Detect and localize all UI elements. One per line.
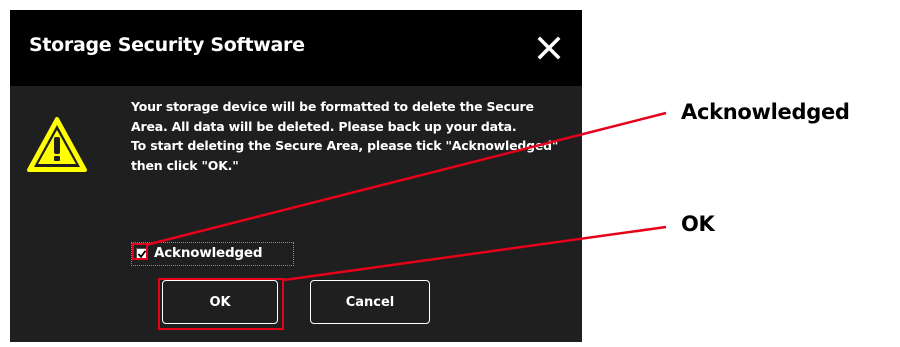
warning-message: Your storage device will be formatted to… — [131, 97, 571, 175]
close-button[interactable] — [529, 28, 569, 68]
message-line: Your storage device will be formatted to… — [131, 99, 534, 134]
callout-label-acknowledged: Acknowledged — [681, 100, 850, 124]
cancel-button[interactable]: Cancel — [310, 280, 430, 324]
storage-security-dialog: Storage Security Software Your storage d… — [10, 10, 582, 342]
warning-icon — [25, 115, 89, 175]
dialog-titlebar: Storage Security Software — [10, 10, 582, 86]
callout-label-ok: OK — [681, 212, 715, 236]
checkbox-label: Acknowledged — [154, 245, 263, 261]
checkbox-highlight-box — [132, 243, 148, 260]
message-line: To start deleting the Secure Area, pleas… — [131, 138, 559, 173]
acknowledged-checkbox[interactable]: Acknowledged — [131, 242, 294, 266]
ok-highlight-box — [158, 278, 284, 330]
dialog-title: Storage Security Software — [29, 34, 305, 56]
close-icon — [537, 36, 561, 60]
